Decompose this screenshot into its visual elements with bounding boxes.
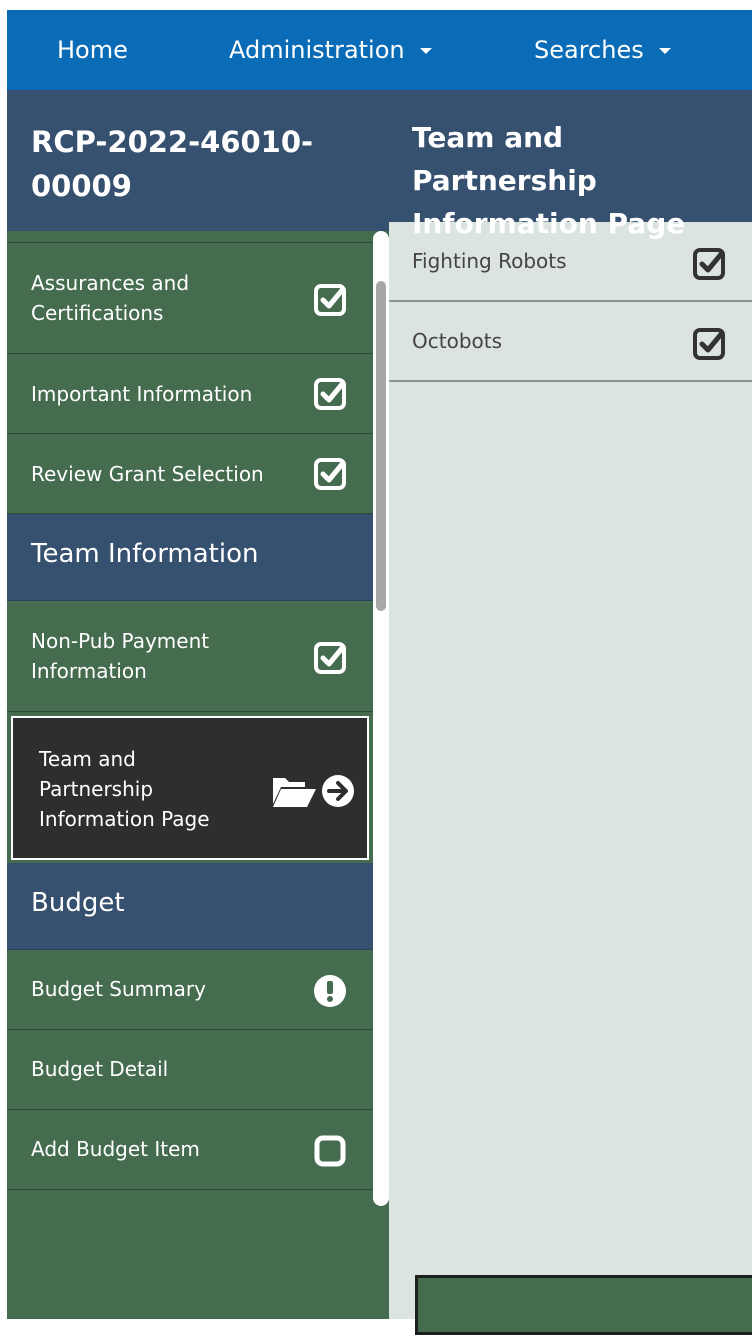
caret-down-icon	[659, 48, 672, 54]
sidebar-item-budget-detail[interactable]: Budget Detail	[7, 1030, 373, 1110]
sidebar-item-non-pub-payment[interactable]: Non-Pub Payment Information	[7, 601, 373, 712]
checked-square-icon	[313, 457, 347, 495]
sidebar-item-label: Important Information	[31, 382, 253, 406]
sidebar-item-important-information[interactable]: Important Information	[7, 354, 373, 434]
main-header: Team and Partnership Information Page	[389, 90, 752, 240]
checked-square-icon	[313, 283, 347, 321]
sidebar-item-review-grant-selection[interactable]: Review Grant Selection	[7, 434, 373, 514]
checked-square-icon	[313, 641, 347, 679]
scrollbar-thumb[interactable]	[376, 281, 386, 611]
sidebar-item-label: Non-Pub Payment Information	[31, 629, 210, 683]
team-row-octobots[interactable]: Octobots	[389, 302, 752, 382]
sidebar-scrollbar[interactable]	[373, 231, 389, 1206]
checked-square-icon	[692, 327, 726, 365]
grant-id-title: RCP-2022-46010-00009	[31, 125, 314, 203]
nav-searches-label: Searches	[534, 36, 644, 64]
nav-administration-dropdown[interactable]: Administration	[229, 10, 433, 90]
sidebar-item-label: Budget Summary	[31, 977, 206, 1001]
team-row-fighting-robots[interactable]: Fighting Robots	[389, 222, 752, 302]
sidebar: RCP-2022-46010-00009 Assurances and Cert…	[7, 90, 389, 1319]
sidebar-item-label: Add Budget Item	[31, 1137, 200, 1161]
nav-home-label: Home	[57, 36, 128, 64]
nav-administration-label: Administration	[229, 36, 405, 64]
caret-down-icon	[420, 48, 433, 54]
team-name: Fighting Robots	[412, 249, 567, 273]
sidebar-item-team-partnership-active[interactable]: Team and Partnership Information Page	[11, 716, 369, 860]
main-content: Team and Partnership Information Page Fi…	[389, 90, 752, 1335]
sidebar-item-add-budget-item[interactable]: Add Budget Item	[7, 1110, 373, 1190]
sidebar-item-label: Review Grant Selection	[31, 462, 264, 486]
sidebar-item-label: Assurances and Certifications	[31, 271, 190, 325]
exclamation-circle-icon	[313, 974, 347, 1012]
top-navbar: Home Administration Searches	[7, 10, 752, 90]
checked-square-icon	[692, 247, 726, 285]
section-title: Budget	[31, 888, 125, 918]
sidebar-item-assurances[interactable]: Assurances and Certifications	[7, 243, 373, 354]
team-name: Octobots	[412, 329, 503, 353]
sidebar-item-budget-summary[interactable]: Budget Summary	[7, 950, 373, 1030]
section-budget: Budget	[7, 863, 373, 950]
top-strip	[0, 0, 752, 10]
nav-home-link[interactable]: Home	[57, 10, 128, 90]
nav-searches-dropdown[interactable]: Searches	[534, 10, 672, 90]
checked-square-icon	[313, 377, 347, 415]
arrow-circle-right-icon[interactable]	[321, 774, 355, 812]
empty-square-icon	[313, 1134, 347, 1172]
sidebar-item-label: Team and Partnership Information Page	[39, 747, 210, 831]
section-team-information: Team Information	[7, 514, 373, 601]
section-title: Team Information	[31, 539, 259, 569]
sidebar-header: RCP-2022-46010-00009	[7, 90, 389, 231]
sidebar-item-label: Budget Detail	[31, 1057, 169, 1081]
bottom-panel	[415, 1275, 752, 1335]
open-folder-icon	[271, 774, 317, 812]
